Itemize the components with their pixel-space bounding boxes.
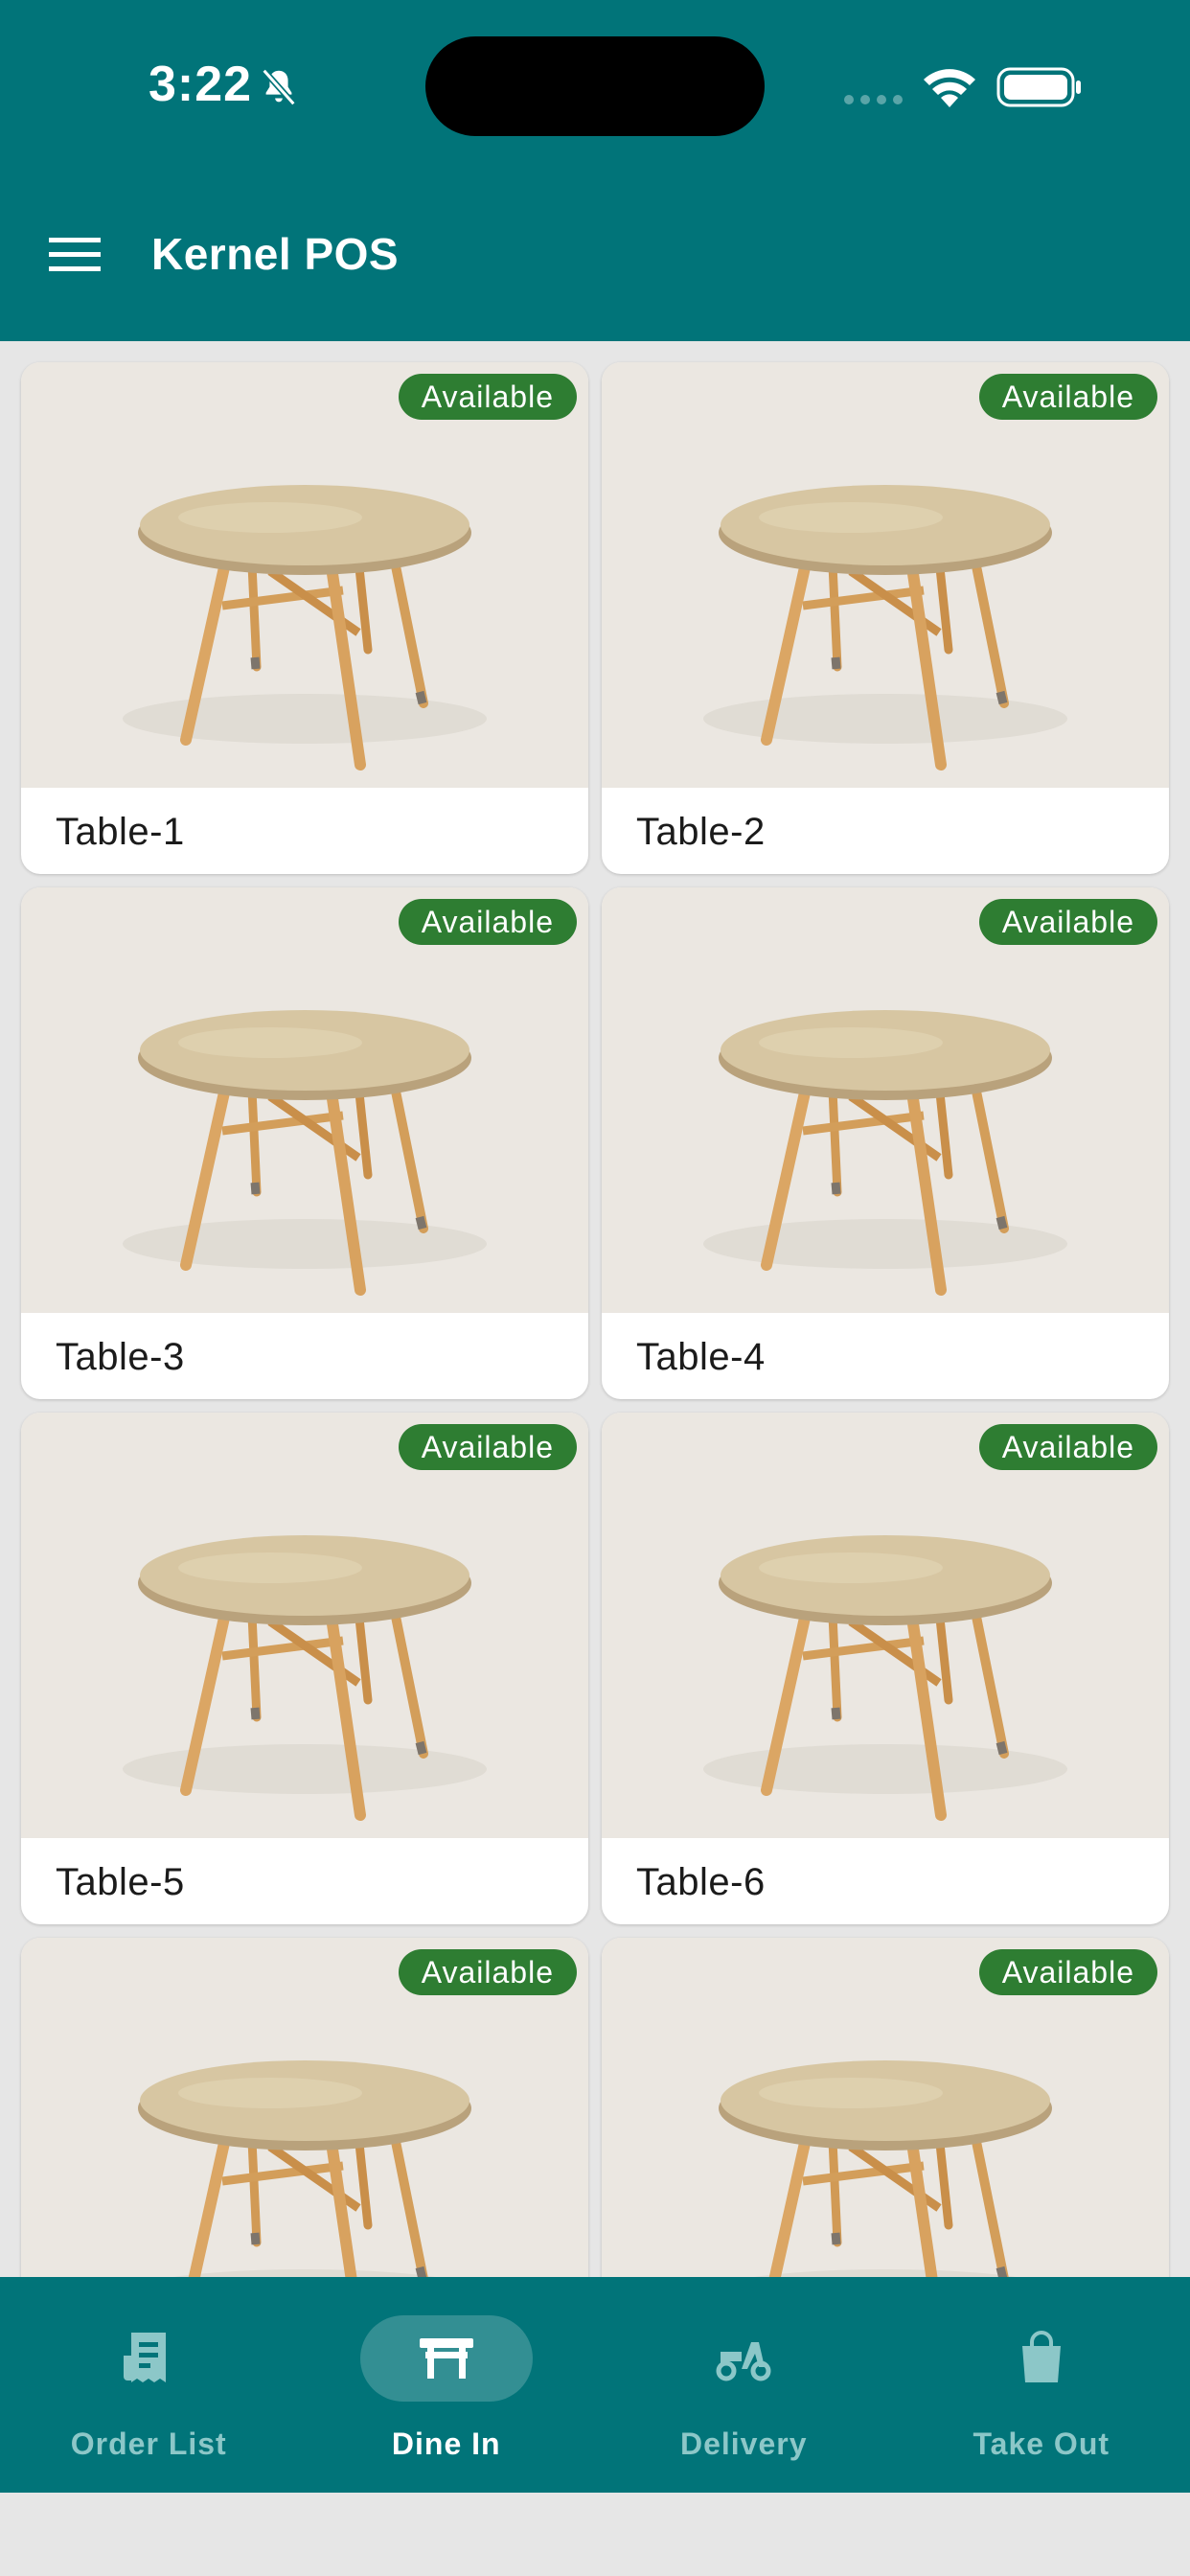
table-name: Table-2: [636, 811, 766, 853]
table-card-3[interactable]: Available Table-3: [21, 887, 588, 1399]
table-image: [21, 362, 588, 788]
app-title: Kernel POS: [151, 229, 400, 279]
camera-notch: [425, 36, 765, 136]
app-header: 3:22 Kernel POS: [0, 0, 1190, 341]
hamburger-menu-icon: [49, 238, 101, 271]
table-icon: [416, 2327, 477, 2388]
table-image: [602, 362, 1169, 788]
table-name: Table-5: [56, 1861, 185, 1903]
status-badge: Available: [978, 374, 1157, 420]
status-badge: Available: [398, 1424, 577, 1470]
table-card-1[interactable]: Available Table-1: [21, 362, 588, 874]
shopping-bag-icon: [1011, 2327, 1072, 2388]
bottom-safe-area: [0, 2493, 1190, 2576]
status-badge: Available: [978, 1949, 1157, 1995]
nav-order-list[interactable]: Order List: [0, 2277, 298, 2493]
tables-grid: Available Table-1 Available Table-2 Avai…: [21, 362, 1169, 2277]
table-image: [602, 1413, 1169, 1838]
table-image: [602, 887, 1169, 1313]
nav-label: Dine In: [391, 2426, 501, 2461]
table-card-4[interactable]: Available Table-4: [602, 887, 1169, 1399]
scooter-icon: [713, 2327, 774, 2388]
bottom-navigation: Order List Dine In Delivery Take Out: [0, 2277, 1190, 2493]
nav-label: Delivery: [679, 2426, 808, 2461]
wifi-icon: [924, 69, 975, 107]
tables-grid-viewport[interactable]: Available Table-1 Available Table-2 Avai…: [0, 341, 1190, 2277]
receipt-icon: [118, 2327, 179, 2388]
table-image: [21, 887, 588, 1313]
table-card-5[interactable]: Available Table-5: [21, 1413, 588, 1924]
status-badge: Available: [978, 899, 1157, 945]
bell-slash-icon: [262, 68, 296, 106]
menu-button[interactable]: [44, 226, 105, 284]
nav-label: Order List: [70, 2426, 227, 2461]
table-image: [21, 1413, 588, 1838]
status-badge: Available: [398, 1949, 577, 1995]
app: 3:22 Kernel POS Available Table-1 Availa…: [0, 0, 1190, 2576]
table-card-6[interactable]: Available Table-6: [602, 1413, 1169, 1924]
table-name: Table-4: [636, 1336, 766, 1378]
nav-take-out[interactable]: Take Out: [893, 2277, 1190, 2493]
nav-label: Take Out: [973, 2426, 1110, 2461]
status-badge: Available: [398, 899, 577, 945]
status-badge: Available: [398, 374, 577, 420]
table-name: Table-3: [56, 1336, 185, 1378]
battery-icon: [996, 67, 1081, 107]
table-card-8[interactable]: Available Table-8: [602, 1938, 1169, 2277]
signal-icon: [844, 95, 903, 104]
status-time: 3:22: [149, 57, 253, 112]
nav-dine-in[interactable]: Dine In: [298, 2277, 596, 2493]
table-name: Table-1: [56, 811, 185, 853]
table-card-7[interactable]: Available Table-7: [21, 1938, 588, 2277]
status-badge: Available: [978, 1424, 1157, 1470]
nav-delivery[interactable]: Delivery: [595, 2277, 893, 2493]
table-card-2[interactable]: Available Table-2: [602, 362, 1169, 874]
table-name: Table-6: [636, 1861, 766, 1903]
